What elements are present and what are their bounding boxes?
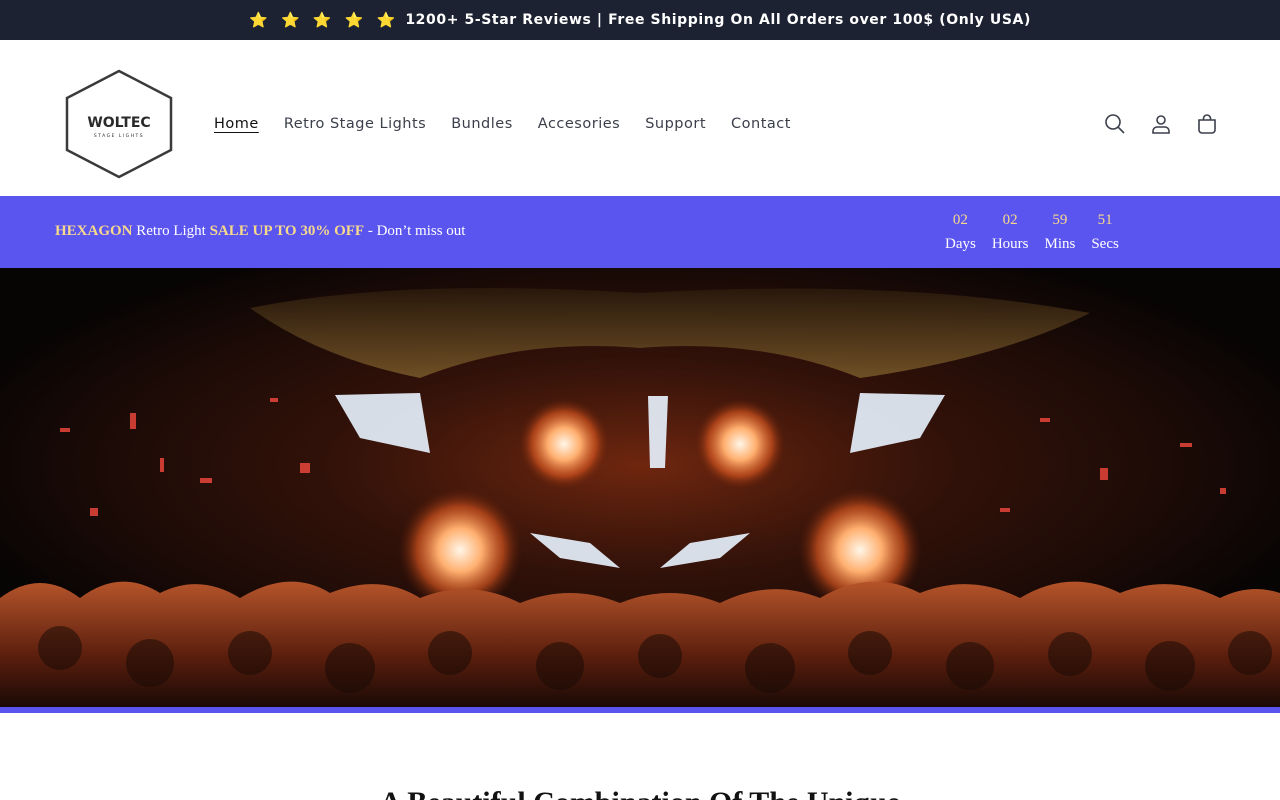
countdown-days: 02 Days [945,209,976,257]
promo-bar: HEXAGON Retro Light SALE UP TO 30% OFF -… [0,196,1280,268]
search-icon[interactable] [1092,110,1138,138]
countdown-value: 02 [1002,212,1018,228]
countdown-value: 02 [952,212,968,228]
nav-retro-stage-lights[interactable]: Retro Stage Lights [284,114,426,134]
main-nav: Home Retro Stage Lights Bundles Accesori… [214,114,816,134]
nav-support[interactable]: Support [645,114,706,134]
promo-text: HEXAGON Retro Light SALE UP TO 30% OFF -… [55,223,465,240]
promo-highlight-sale: SALE UP TO 30% OFF [209,223,365,239]
announcement-bar: ⭐ ⭐ ⭐ ⭐ ⭐ 1200+ 5-Star Reviews | Free Sh… [0,0,1280,40]
logo-tagline: STAGE LIGHTS [94,133,144,139]
countdown-hours: 02 Hours [992,209,1029,257]
nav-bundles[interactable]: Bundles [451,114,513,134]
nav-home[interactable]: Home [214,114,259,134]
promo-text-tail: - Don’t miss out [364,223,466,239]
account-icon[interactable] [1138,110,1184,138]
star-rating-icons: ⭐ ⭐ ⭐ ⭐ ⭐ [249,11,400,29]
concert-stage-image [0,268,1280,707]
announcement-text: 1200+ 5-Star Reviews | Free Shipping On … [405,12,1031,28]
logo-brand: WOLTEC [87,115,150,131]
promo-highlight-product: HEXAGON [55,223,133,239]
countdown-label: Hours [991,236,1029,252]
section-title: A Beautiful Combination Of The Unique [0,786,1280,800]
countdown-label: Mins [1044,236,1076,252]
countdown-label: Secs [1091,236,1119,252]
countdown-value: 51 [1097,212,1113,228]
nav-accesories[interactable]: Accesories [538,114,620,134]
hexagon-logo-icon: WOLTEC STAGE LIGHTS [65,69,173,179]
promo-text-part: Retro Light [132,223,210,239]
hero-banner-image[interactable] [0,268,1280,707]
nav-contact[interactable]: Contact [731,114,791,134]
cart-icon[interactable] [1184,110,1230,138]
countdown-secs: 51 Secs [1091,209,1119,257]
header-icons [1092,110,1230,138]
countdown-mins: 59 Mins [1045,209,1076,257]
hero-divider [0,707,1280,713]
countdown-value: 59 [1052,212,1068,228]
countdown-timer: 02 Days 02 Hours 59 Mins 51 Secs [945,209,1135,257]
countdown-label: Days [945,236,976,252]
woltec-logo[interactable]: WOLTEC STAGE LIGHTS [62,68,176,180]
site-header: WOLTEC STAGE LIGHTS Home Retro Stage Lig… [0,40,1280,196]
